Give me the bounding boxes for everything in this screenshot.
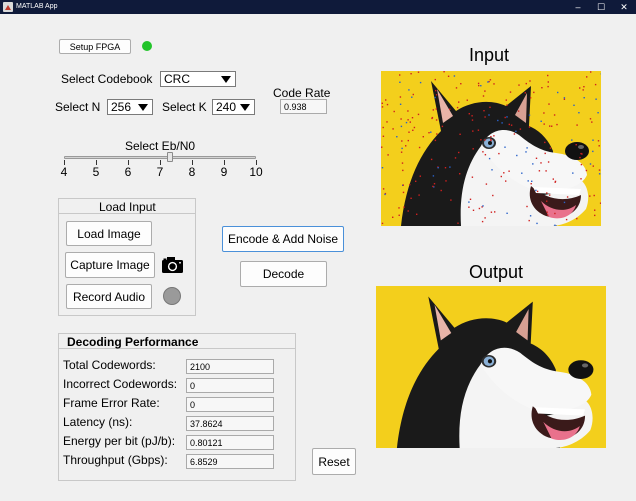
ebn0-slider-thumb[interactable] xyxy=(166,152,173,162)
performance-row-label: Incorrect Codewords: xyxy=(63,377,178,391)
code-rate-label: Code Rate xyxy=(273,86,331,100)
maximize-button[interactable]: ☐ xyxy=(589,0,613,14)
k-dropdown[interactable]: 240 xyxy=(212,99,255,115)
setup-fpga-button[interactable]: Setup FPGA xyxy=(59,39,131,54)
chevron-down-icon xyxy=(138,104,148,111)
capture-image-button[interactable]: Capture Image xyxy=(65,252,155,278)
ebn0-label: Select Eb/N0 xyxy=(125,139,196,153)
ebn0-tick-label: 10 xyxy=(249,165,263,179)
load-image-button[interactable]: Load Image xyxy=(66,221,152,246)
k-label: Select K xyxy=(162,100,207,114)
performance-row-label: Total Codewords: xyxy=(63,358,156,372)
codebook-dropdown[interactable]: CRC xyxy=(160,71,236,87)
encode-add-noise-button[interactable]: Encode & Add Noise xyxy=(222,226,344,252)
minimize-button[interactable]: – xyxy=(566,0,590,14)
performance-row-value: 6.8529 xyxy=(186,454,274,469)
input-image-title: Input xyxy=(469,45,510,65)
load-input-title: Load Input xyxy=(99,200,156,214)
performance-row-value: 0.80121 xyxy=(186,435,274,450)
n-label: Select N xyxy=(55,100,101,114)
codebook-label: Select Codebook xyxy=(61,72,153,86)
ebn0-tick-label: 6 xyxy=(124,165,132,179)
k-value: 240 xyxy=(216,100,237,114)
performance-row-value: 0 xyxy=(186,378,274,393)
decoding-performance-title: Decoding Performance xyxy=(67,335,199,349)
performance-row-value: 0 xyxy=(186,397,274,412)
ebn0-tick-label: 9 xyxy=(220,165,228,179)
chevron-down-icon xyxy=(221,76,231,83)
performance-row-value: 37.8624 xyxy=(186,416,274,431)
window-title: MATLAB App xyxy=(16,3,58,10)
husky-clean-picture xyxy=(396,296,594,448)
fpga-status-lamp xyxy=(142,41,152,51)
app-canvas: Setup FPGA Select Codebook CRC Select N … xyxy=(0,14,636,501)
matlab-logo-icon xyxy=(3,2,13,12)
output-image xyxy=(376,286,606,448)
performance-row-label: Frame Error Rate: xyxy=(63,396,160,410)
ebn0-tick-label: 4 xyxy=(60,165,68,179)
ebn0-tick-label: 5 xyxy=(92,165,100,179)
n-dropdown[interactable]: 256 xyxy=(107,99,153,115)
husky-noisy-picture xyxy=(381,71,601,226)
record-audio-button[interactable]: Record Audio xyxy=(66,284,152,309)
code-rate-field: 0.938 xyxy=(280,99,327,114)
performance-row-label: Throughput (Gbps): xyxy=(63,453,168,467)
camera-icon[interactable] xyxy=(161,256,184,274)
ebn0-slider-track[interactable] xyxy=(64,156,256,159)
codebook-value: CRC xyxy=(164,72,190,86)
reset-button[interactable]: Reset xyxy=(312,448,356,475)
audio-status-lamp xyxy=(163,287,181,305)
ebn0-tick-label: 8 xyxy=(188,165,196,179)
chevron-down-icon xyxy=(240,104,250,111)
n-value: 256 xyxy=(111,100,132,114)
close-button[interactable]: ✕ xyxy=(612,0,636,14)
performance-row-label: Latency (ns): xyxy=(63,415,133,429)
performance-row-value: 2100 xyxy=(186,359,274,374)
output-image-title: Output xyxy=(469,262,524,282)
performance-row-label: Energy per bit (pJ/b): xyxy=(63,434,176,448)
input-image xyxy=(381,71,601,226)
ebn0-tick-label: 7 xyxy=(156,165,164,179)
title-bar: MATLAB App – ☐ ✕ xyxy=(0,0,636,14)
decode-button[interactable]: Decode xyxy=(240,261,327,287)
